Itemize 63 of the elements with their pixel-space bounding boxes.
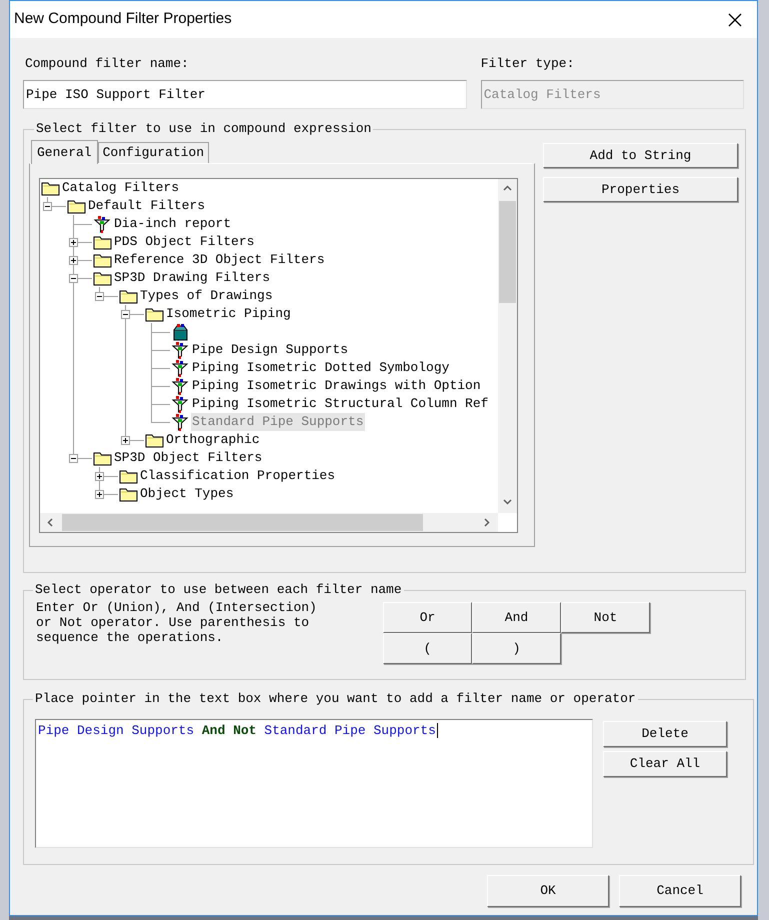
operator-button[interactable]: ( <box>383 633 472 664</box>
expand-toggle[interactable] <box>69 256 78 265</box>
operator-button[interactable]: And <box>472 602 561 633</box>
tree-item[interactable]: Piping Isometric Dotted Symbology <box>191 359 450 377</box>
field-label: Filter type: <box>480 55 576 72</box>
scroll-left-icon <box>47 518 53 527</box>
funnel-icon <box>93 215 113 233</box>
tree-item[interactable]: SP3D Drawing Filters <box>113 269 272 287</box>
scroll-right-icon <box>484 518 490 527</box>
tree-item[interactable]: Piping Isometric Drawings with Option <box>191 377 482 395</box>
scrollbar-thumb[interactable] <box>62 514 423 531</box>
scroll-down-icon <box>503 499 512 505</box>
action-button[interactable]: Clear All <box>603 751 727 777</box>
collapse-toggle[interactable] <box>69 454 78 463</box>
group-title: Select filter to use in compound expression <box>35 121 372 137</box>
dialog-button[interactable]: OK <box>487 875 609 907</box>
tree-item[interactable]: Isometric Piping <box>165 305 292 323</box>
tree-item[interactable]: Pipe Design Supports <box>191 341 350 359</box>
close-icon <box>728 12 742 26</box>
tab[interactable]: General <box>31 140 98 164</box>
expression-text-box[interactable]: Pipe Design Supports And Not Standard Pipe Supports <box>35 719 593 848</box>
window-title: New Compound Filter Properties <box>14 9 232 30</box>
operator-description: Enter Or (Union), And (Intersection) or Not operator. Use parenthesis to sequence the operations. <box>36 599 318 647</box>
expand-toggle[interactable] <box>95 490 104 499</box>
collapse-toggle[interactable] <box>69 274 78 283</box>
tree-item[interactable]: Types of Drawings <box>139 287 274 305</box>
tree-item[interactable]: Dia-inch report <box>113 215 232 233</box>
scroll-up-icon <box>503 185 512 191</box>
tree-item[interactable]: Piping Isometric Structural Column Ref <box>191 395 490 413</box>
collapse-toggle[interactable] <box>121 310 130 319</box>
tree-item[interactable]: Object Types <box>139 485 235 503</box>
action-button[interactable]: Properties <box>543 177 738 202</box>
operator-button[interactable]: Or <box>383 602 472 633</box>
funnel-icon <box>171 341 191 359</box>
collapse-toggle[interactable] <box>43 202 52 211</box>
group-title: Place pointer in the text box where you want to add a filter name or operator <box>34 691 637 707</box>
vertical-scrollbar[interactable] <box>498 179 517 513</box>
horizontal-scrollbar[interactable] <box>40 513 498 532</box>
tree-item[interactable]: Orthographic <box>165 431 261 449</box>
tree-item[interactable]: Catalog Filters <box>61 179 180 197</box>
tab[interactable]: Configuration <box>98 142 210 163</box>
expand-toggle[interactable] <box>121 436 130 445</box>
group-title: Select operator to use between each filter name <box>34 582 403 598</box>
funnel-icon <box>171 413 191 431</box>
expand-toggle[interactable] <box>95 472 104 481</box>
collapse-toggle[interactable] <box>95 292 104 301</box>
tree-item[interactable]: Reference 3D Object Filters <box>113 251 326 269</box>
dialog-button[interactable]: Cancel <box>619 875 741 907</box>
tree-item[interactable]: PDS Object Filters <box>113 233 256 251</box>
action-button[interactable]: Delete <box>603 721 727 747</box>
funnel-icon <box>171 377 191 395</box>
expression-text: Pipe Design Supports And Not Standard Pipe Supports <box>38 723 438 738</box>
tree-item[interactable]: Classification Properties <box>139 467 336 485</box>
scrollbar-thumb[interactable] <box>499 201 516 303</box>
funnel-icon <box>171 359 191 377</box>
funnel-icon <box>171 395 191 413</box>
tree-item[interactable]: SP3D Object Filters <box>113 449 264 467</box>
operator-button[interactable]: ) <box>472 633 561 664</box>
name-field[interactable]: Pipe ISO Support Filter <box>23 80 467 109</box>
operator-button[interactable]: Not <box>561 602 650 633</box>
field-label: Compound filter name: <box>24 55 190 72</box>
action-button[interactable]: Add to String <box>543 143 738 168</box>
expand-toggle[interactable] <box>69 238 78 247</box>
